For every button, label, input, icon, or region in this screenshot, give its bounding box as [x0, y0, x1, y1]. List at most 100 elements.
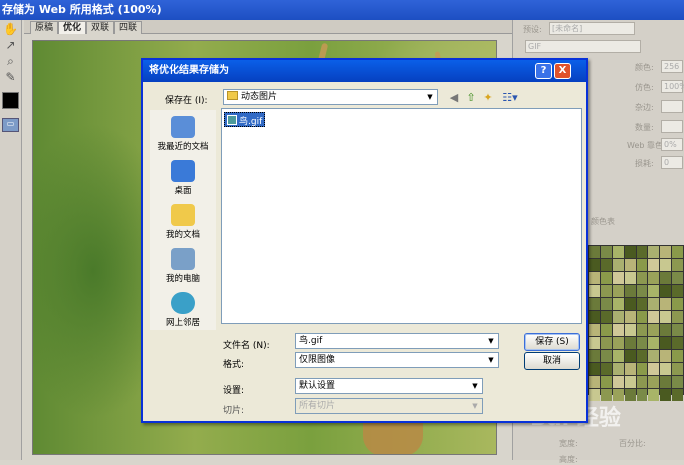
color-swatch[interactable]	[672, 363, 683, 375]
color-swatch[interactable]	[636, 376, 648, 388]
tab-original[interactable]: 原稿	[30, 21, 59, 34]
color-swatch[interactable]	[589, 259, 600, 271]
color-swatch[interactable]	[624, 324, 636, 336]
lossy-field[interactable]: 0	[661, 156, 683, 169]
view-menu-icon[interactable]: ☷▾	[500, 91, 520, 105]
color-swatch[interactable]	[589, 324, 600, 336]
color-swatch[interactable]	[612, 324, 624, 336]
color-swatch[interactable]	[624, 246, 636, 258]
color-swatch[interactable]	[624, 337, 636, 349]
color-swatch[interactable]	[612, 376, 624, 388]
tab-optimized[interactable]: 优化	[58, 21, 87, 34]
color-swatch[interactable]	[672, 285, 683, 297]
color-swatch[interactable]	[589, 350, 600, 362]
color-swatch[interactable]	[589, 298, 600, 310]
color-swatch[interactable]	[636, 285, 648, 297]
format-select[interactable]: GIF	[525, 40, 641, 53]
amount-field[interactable]	[661, 120, 683, 133]
color-swatch[interactable]	[600, 259, 612, 271]
place-my-documents[interactable]: 我的文档	[150, 204, 216, 240]
color-swatch[interactable]	[589, 311, 600, 323]
color-swatch[interactable]	[624, 311, 636, 323]
zoom-tool-icon[interactable]: ⌕	[3, 54, 18, 69]
eyedropper-tool-icon[interactable]: ✎	[3, 70, 18, 85]
color-swatch[interactable]	[624, 272, 636, 284]
color-swatch[interactable]	[600, 246, 612, 258]
color-swatch[interactable]	[624, 259, 636, 271]
color-swatch[interactable]	[600, 363, 612, 375]
color-swatch[interactable]	[624, 376, 636, 388]
color-swatch[interactable]	[624, 389, 636, 401]
slices-select[interactable]: 所有切片 ▼	[295, 398, 483, 414]
place-recent[interactable]: 我最近的文档	[150, 116, 216, 152]
color-swatch[interactable]	[600, 285, 612, 297]
color-swatch[interactable]	[600, 350, 612, 362]
new-folder-icon[interactable]: ✦	[481, 91, 495, 105]
color-swatch[interactable]	[636, 246, 648, 258]
color-swatch[interactable]	[672, 259, 683, 271]
color-swatch[interactable]	[589, 363, 600, 375]
color-swatch[interactable]	[600, 311, 612, 323]
color-swatch[interactable]	[612, 363, 624, 375]
color-swatch[interactable]	[648, 246, 660, 258]
color-swatch[interactable]	[612, 337, 624, 349]
color-swatch[interactable]	[672, 324, 683, 336]
color-swatch[interactable]	[648, 285, 660, 297]
back-icon[interactable]: ◀	[447, 91, 461, 105]
color-swatch[interactable]	[660, 389, 672, 401]
color-swatch[interactable]	[612, 259, 624, 271]
up-folder-icon[interactable]: ⇧	[464, 91, 478, 105]
color-swatch[interactable]	[624, 298, 636, 310]
color-swatch[interactable]	[660, 298, 672, 310]
color-swatch[interactable]	[660, 376, 672, 388]
color-swatch[interactable]	[636, 298, 648, 310]
preset-select[interactable]: [未命名]	[549, 22, 635, 35]
color-swatch[interactable]	[589, 376, 600, 388]
color-swatch[interactable]	[672, 376, 683, 388]
color-swatch[interactable]	[589, 337, 600, 349]
color-swatch[interactable]	[648, 259, 660, 271]
cancel-button[interactable]: 取消	[524, 352, 580, 370]
save-button[interactable]: 保存 (S)	[524, 333, 580, 351]
color-swatch[interactable]	[648, 389, 660, 401]
color-swatch[interactable]	[589, 246, 600, 258]
list-item[interactable]: 鸟.gif	[224, 112, 266, 127]
color-swatch[interactable]	[636, 324, 648, 336]
color-swatch[interactable]	[660, 246, 672, 258]
color-swatch[interactable]	[672, 272, 683, 284]
color-swatch[interactable]	[660, 350, 672, 362]
place-desktop[interactable]: 桌面	[150, 160, 216, 196]
color-swatch[interactable]	[648, 350, 660, 362]
color-swatch[interactable]	[624, 285, 636, 297]
color-swatch[interactable]	[636, 363, 648, 375]
color-swatch[interactable]	[648, 324, 660, 336]
color-swatch[interactable]	[612, 311, 624, 323]
hand-tool-icon[interactable]: ✋	[3, 22, 18, 37]
color-swatch[interactable]	[624, 363, 636, 375]
close-button[interactable]: X	[554, 63, 571, 79]
color-swatch[interactable]	[672, 298, 683, 310]
color-swatch[interactable]	[636, 259, 648, 271]
color-swatch[interactable]	[600, 376, 612, 388]
color-swatch[interactable]	[660, 285, 672, 297]
color-swatch[interactable]	[636, 350, 648, 362]
color-swatch[interactable]	[660, 272, 672, 284]
color-swatch[interactable]	[660, 311, 672, 323]
eyedropper-color-swatch[interactable]	[2, 92, 19, 109]
color-swatch[interactable]	[648, 376, 660, 388]
color-swatch[interactable]	[648, 311, 660, 323]
color-swatch[interactable]	[660, 337, 672, 349]
color-swatch[interactable]	[660, 259, 672, 271]
color-swatch[interactable]	[600, 324, 612, 336]
toggle-slices-icon[interactable]: ▭	[2, 118, 19, 132]
slice-select-tool-icon[interactable]: ↗	[3, 38, 18, 53]
color-swatch[interactable]	[589, 272, 600, 284]
color-swatch[interactable]	[648, 298, 660, 310]
tab-2-up[interactable]: 双联	[86, 21, 115, 34]
color-swatch[interactable]	[672, 311, 683, 323]
color-swatch[interactable]	[648, 363, 660, 375]
place-network[interactable]: 网上邻居	[150, 292, 216, 328]
colors-field[interactable]: 256	[661, 60, 683, 73]
tab-4-up[interactable]: 四联	[114, 21, 143, 34]
color-swatch[interactable]	[612, 246, 624, 258]
